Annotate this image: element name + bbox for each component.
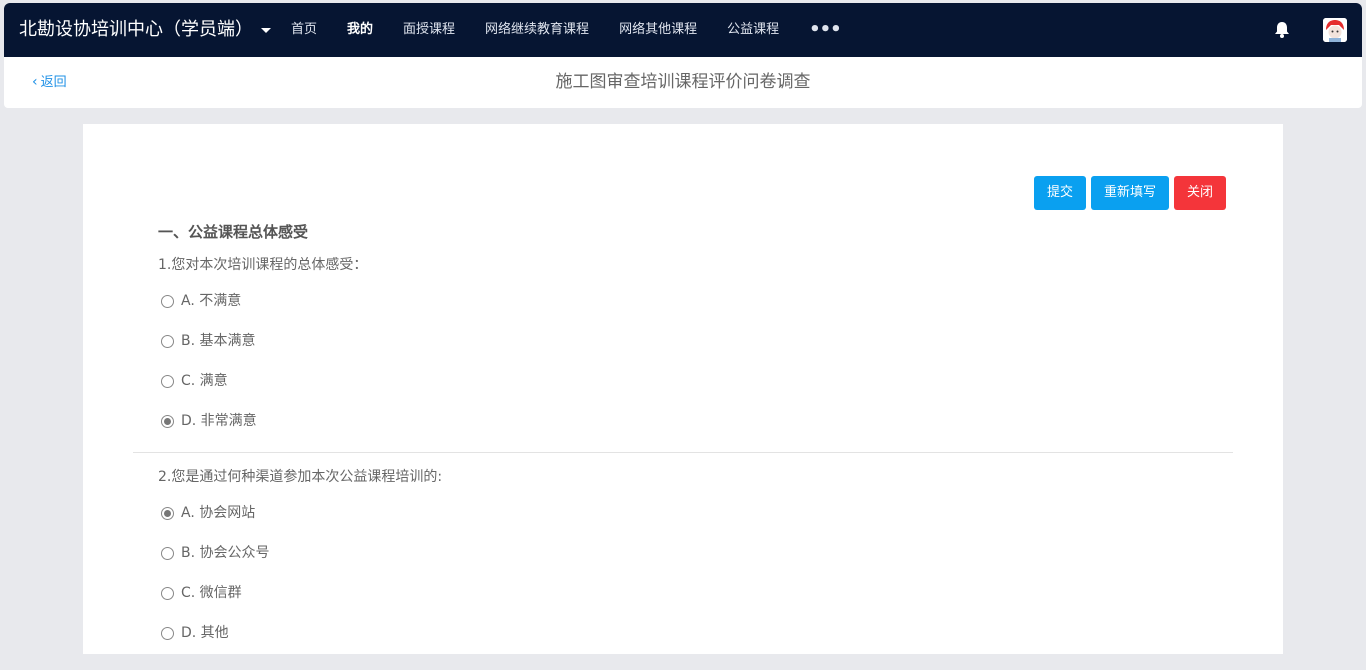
reset-button[interactable]: 重新填写	[1091, 176, 1170, 210]
sub-header: ‹ 返回 施工图审查培训课程评价问卷调查	[4, 57, 1362, 108]
q1-option-a[interactable]: A. 不满意	[161, 291, 241, 311]
radio-button[interactable]	[161, 546, 174, 560]
page-title: 施工图审查培训课程评价问卷调查	[555, 72, 811, 92]
question-2-text: 2.您是通过何种渠道参加本次公益课程培训的:	[158, 469, 443, 485]
nav-item-face-courses[interactable]: 面授课程	[388, 3, 470, 57]
q1-option-b[interactable]: B. 基本满意	[161, 331, 256, 351]
radio-button-checked[interactable]	[161, 414, 174, 428]
q1-option-d[interactable]: D. 非常满意	[161, 411, 257, 431]
radio-button[interactable]	[161, 334, 174, 348]
radio-button[interactable]	[161, 586, 174, 600]
option-label: C. 满意	[181, 373, 228, 389]
brand-title: 北勘设协培训中心（学员端）	[19, 19, 253, 40]
section-title: 一、公益课程总体感受	[158, 223, 309, 241]
radio-button-checked[interactable]	[161, 506, 174, 520]
option-label: B. 协会公众号	[181, 545, 270, 561]
question-1-text: 1.您对本次培训课程的总体感受：	[158, 257, 368, 273]
option-label: D. 其他	[181, 625, 229, 641]
main-nav: 首页 我的 面授课程 网络继续教育课程 网络其他课程 公益课程 •••	[276, 3, 859, 57]
nav-item-home[interactable]: 首页	[276, 3, 332, 57]
option-label: A. 不满意	[181, 293, 242, 309]
caret-down-icon	[261, 27, 271, 33]
action-buttons: 提交 重新填写 关闭	[1034, 176, 1227, 210]
nav-item-online-other-courses[interactable]: 网络其他课程	[604, 3, 712, 57]
brand-dropdown[interactable]: 北勘设协培训中心（学员端）	[19, 3, 271, 57]
bell-icon[interactable]	[1272, 20, 1292, 40]
q2-option-d[interactable]: D. 其他	[161, 623, 229, 643]
user-avatar[interactable]	[1323, 18, 1347, 42]
radio-button[interactable]	[161, 374, 174, 388]
nav-item-online-continuing-education[interactable]: 网络继续教育课程	[470, 3, 604, 57]
top-navbar: 北勘设协培训中心（学员端） 首页 我的 面授课程 网络继续教育课程 网络其他课程…	[4, 3, 1362, 57]
q2-option-a[interactable]: A. 协会网站	[161, 503, 255, 523]
divider	[133, 452, 1233, 453]
radio-button[interactable]	[161, 626, 174, 640]
submit-button[interactable]: 提交	[1034, 176, 1087, 210]
nav-item-mine[interactable]: 我的	[332, 3, 388, 57]
q2-option-c[interactable]: C. 微信群	[161, 583, 242, 603]
option-label: C. 微信群	[181, 585, 242, 601]
nav-item-public-welfare-courses[interactable]: 公益课程	[712, 3, 794, 57]
option-label: B. 基本满意	[181, 333, 256, 349]
radio-button[interactable]	[161, 294, 174, 308]
close-button[interactable]: 关闭	[1174, 176, 1227, 210]
app-window: 北勘设协培训中心（学员端） 首页 我的 面授课程 网络继续教育课程 网络其他课程…	[4, 3, 1362, 667]
more-dots-icon[interactable]: •••	[794, 3, 859, 57]
survey-card: 提交 重新填写 关闭 一、公益课程总体感受 1.您对本次培训课程的总体感受： A…	[83, 124, 1283, 654]
option-label: D. 非常满意	[181, 413, 257, 429]
option-label: A. 协会网站	[181, 505, 256, 521]
q2-option-b[interactable]: B. 协会公众号	[161, 543, 270, 563]
q1-option-c[interactable]: C. 满意	[161, 371, 228, 391]
